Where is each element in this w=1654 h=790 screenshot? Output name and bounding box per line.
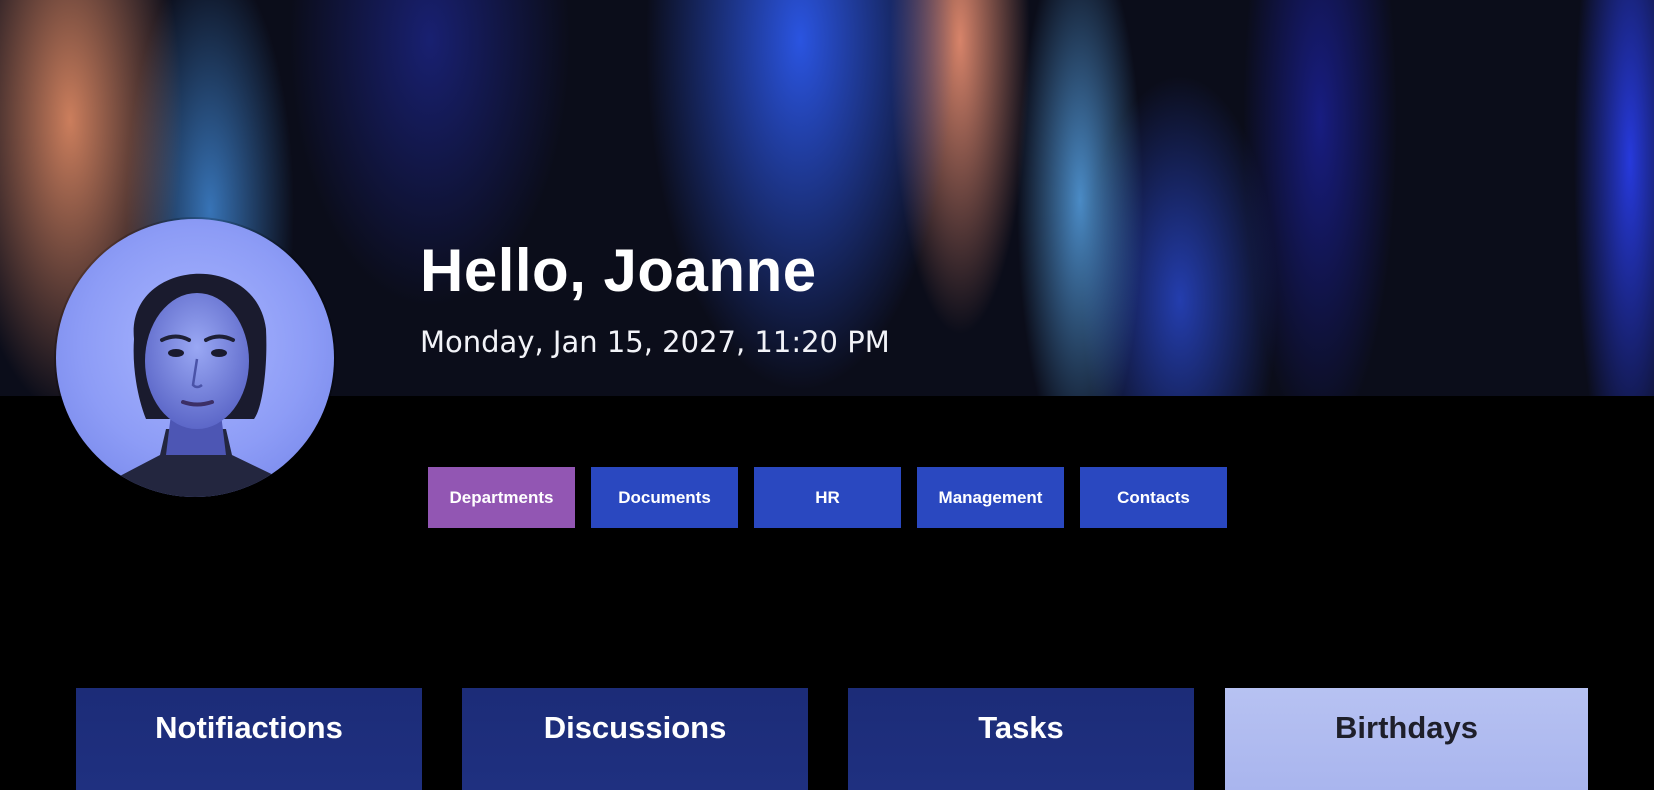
card-notifications[interactable]: Notifiactions [76,688,422,790]
date-time: Monday, Jan 15, 2027, 11:20 PM [420,325,890,359]
nav-contacts-button[interactable]: Contacts [1080,467,1227,528]
nav-departments-button[interactable]: Departments [428,467,575,528]
nav-hr-button[interactable]: HR [754,467,901,528]
card-birthdays[interactable]: Birthdays [1225,688,1588,790]
card-discussions[interactable]: Discussions [462,688,808,790]
nav-management-button[interactable]: Management [917,467,1064,528]
avatar[interactable] [56,219,334,497]
card-discussions-label: Discussions [543,710,727,745]
card-birthdays-label: Birthdays [1335,710,1478,745]
page-title: Hello, Joanne [420,237,817,304]
card-tasks[interactable]: Tasks [848,688,1194,790]
quick-links: Departments Documents HR Management Cont… [428,467,1227,528]
nav-documents-button[interactable]: Documents [591,467,738,528]
card-tasks-label: Tasks [978,710,1064,745]
card-notifications-label: Notifiactions [155,710,343,745]
